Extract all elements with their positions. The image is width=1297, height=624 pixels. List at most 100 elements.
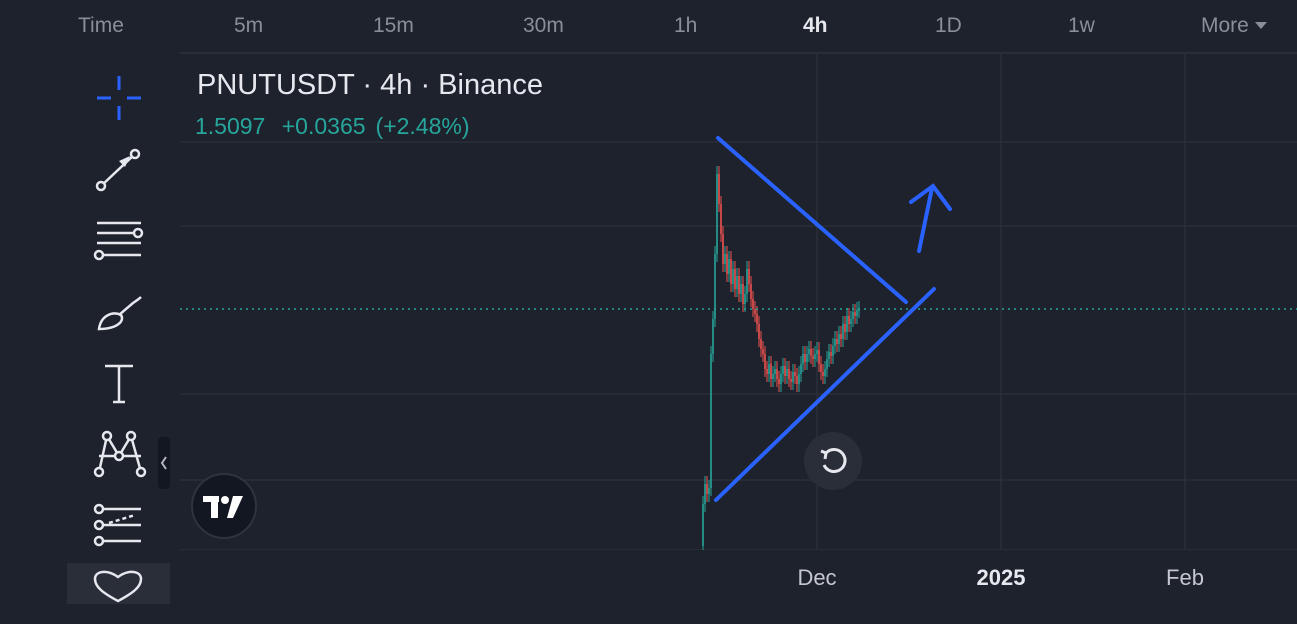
candle-body [802,354,804,364]
last-price: 1.5097 [195,113,266,139]
price-change-percent: (+2.48%) [375,113,470,139]
candle-body [720,204,722,234]
timeframe-time[interactable]: Time [78,14,124,38]
timeframe-1w[interactable]: 1w [1068,14,1095,38]
candle-body [726,254,728,274]
trend-line-tool[interactable] [89,142,149,198]
candle-body [800,364,802,374]
candle-body [754,309,756,314]
candle-body [852,312,854,319]
favorites-tool[interactable] [67,563,170,604]
candle-body [796,376,798,384]
forecast-tool[interactable] [89,497,149,553]
tradingview-logo[interactable] [191,473,257,539]
x-label-dec: Dec [797,565,837,590]
candle-body [804,354,806,362]
symbol-title: PNUTUSDT · 4h · Binance [197,69,543,101]
favorites-icon [93,570,143,603]
text-tool[interactable] [89,356,149,412]
timeframe-1h[interactable]: 1h [674,14,697,38]
candle-body [818,350,820,364]
candle-body [730,259,732,284]
candle-body [772,374,774,379]
time-axis: Dec 2025 Feb [180,550,1297,604]
candle-body [744,294,746,304]
candle-body [786,369,788,376]
toolbar-collapse-button[interactable] [158,437,170,489]
candle-body [820,364,822,372]
candle-body [736,276,738,289]
candle-body [850,319,852,324]
timeframe-5m[interactable]: 5m [234,14,263,38]
candle-body [710,354,712,488]
timeframe-4h[interactable]: 4h [803,14,828,38]
candle-body [838,334,840,344]
candle-body [758,324,760,339]
candle-body [728,259,730,274]
x-label-feb: Feb [1166,565,1204,590]
candle-body [836,339,838,344]
candle-body [750,284,752,299]
text-icon [105,364,133,404]
brush-tool[interactable] [89,285,149,341]
tradingview-icon [203,496,243,518]
candle-body [738,276,740,294]
candle-body [848,316,850,324]
candle-body [760,339,762,349]
candle-body [748,269,750,284]
trend-line-icon [95,148,141,192]
candle-body [856,310,858,316]
candle-body [826,359,828,369]
candle-body [828,352,830,359]
refresh-icon [820,448,847,473]
candle-body [708,488,710,494]
pattern-tool[interactable] [89,426,149,482]
candle-body [742,284,744,304]
candle-body [840,334,842,339]
candle-body [816,350,818,354]
candle-body [780,374,782,384]
candle-body [724,254,726,264]
x-label-2025: 2025 [976,565,1026,590]
candle-body [746,269,748,294]
crosshair-tool[interactable] [89,70,149,126]
candle-body [778,379,780,384]
fib-retracement-icon [93,221,144,261]
candle-body [814,354,816,359]
candle-body [808,349,810,354]
candle-body [752,299,754,309]
candle-body [768,364,770,374]
candle-body [854,312,856,316]
candle-body [770,364,772,379]
breakout-arrow[interactable] [909,183,952,253]
candle-body [712,319,714,354]
candle-body [756,314,758,324]
drawing-toolbar [67,60,170,604]
candle-body [784,366,786,376]
candle-body [810,349,812,356]
timeframe-1d[interactable]: 1D [935,14,962,38]
fib-retracement-tool[interactable] [89,213,149,269]
candle-body [722,234,724,264]
candle-body [776,369,778,379]
price-change: +0.0365 [281,113,366,139]
candle-body [806,354,808,362]
candle-body [798,374,800,384]
reset-chart-button[interactable] [804,432,862,490]
candle-body [824,369,826,376]
pattern-icon [93,430,147,478]
candle-body [716,174,718,254]
candle-body [718,174,720,204]
candle-body [842,324,844,339]
candle-body [846,316,848,332]
timeframe-more[interactable]: More [1201,14,1267,38]
candle-body [834,339,836,346]
brush-icon [97,296,142,331]
timeframe-30m[interactable]: 30m [523,14,564,38]
candle-body [734,269,736,289]
caret-down-icon [1254,22,1267,29]
chevron-left-icon [160,456,167,470]
forecast-icon [93,503,141,547]
timeframe-15m[interactable]: 15m [373,14,414,38]
candle-body [812,356,814,359]
